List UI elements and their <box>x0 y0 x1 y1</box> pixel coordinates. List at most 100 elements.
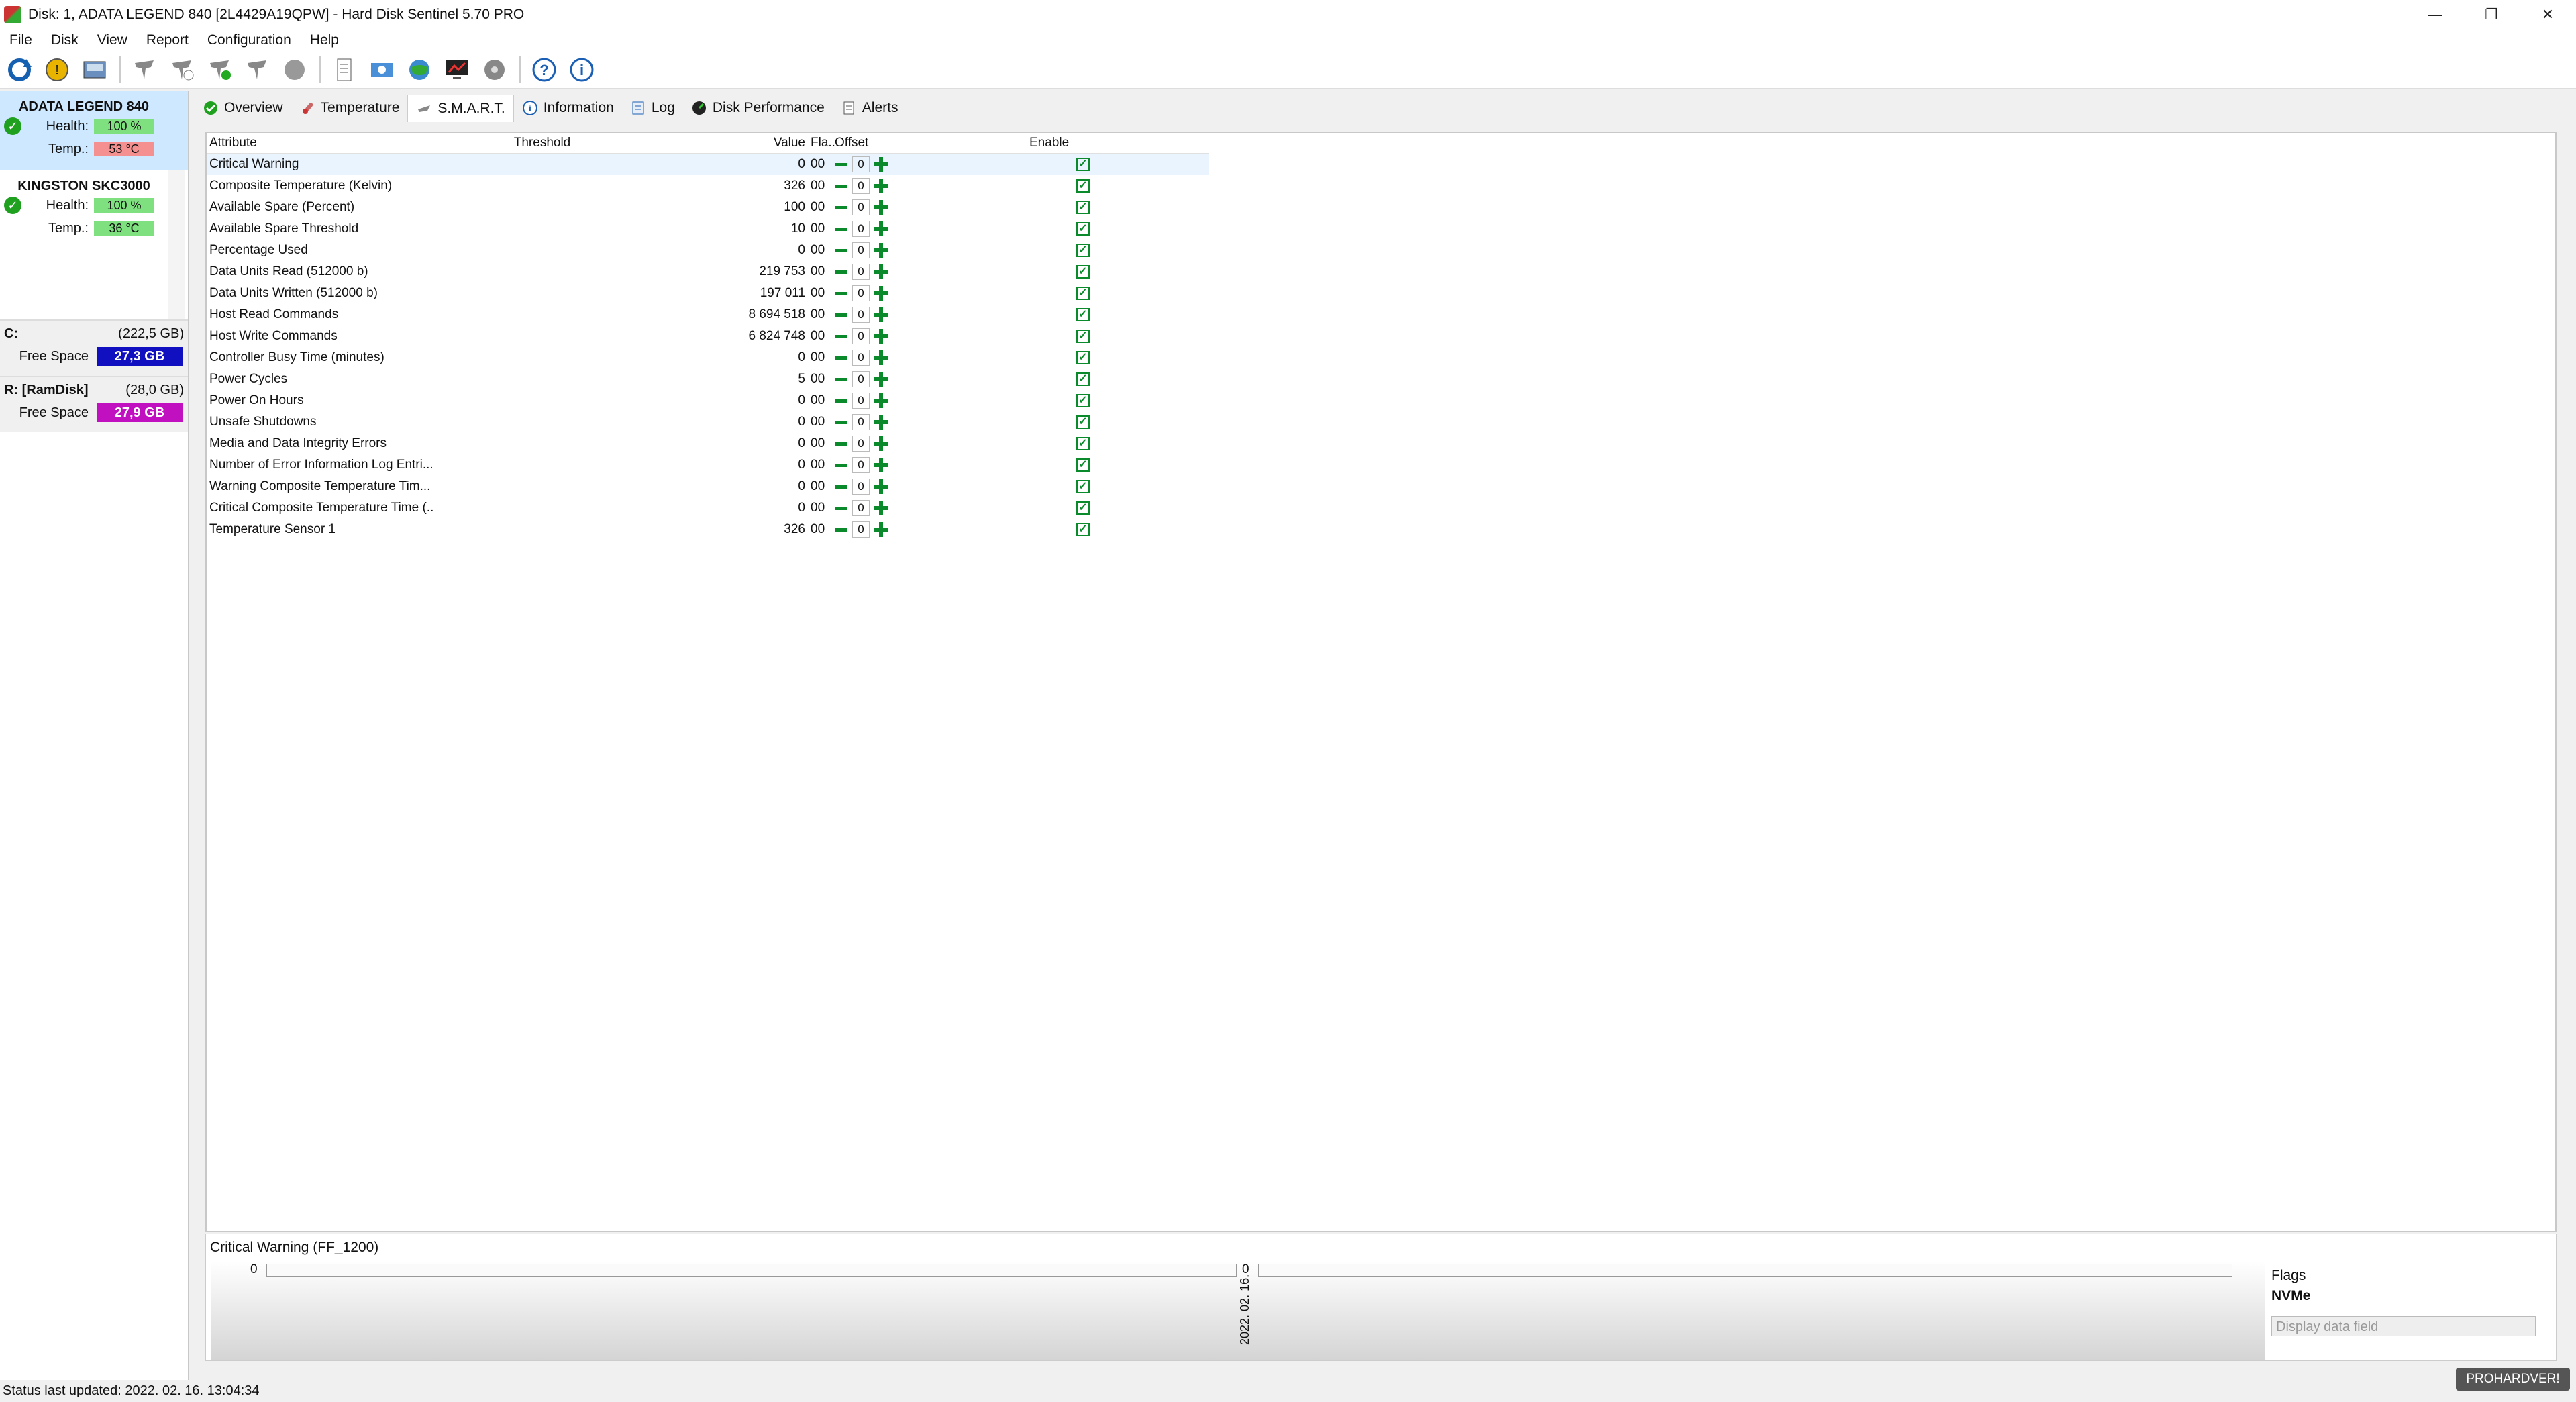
display-data-field-select[interactable]: Display data field <box>2271 1316 2536 1336</box>
table-row[interactable]: Media and Data Integrity Errors 0 00 0 ✓ <box>207 433 1209 454</box>
tab-temperature[interactable]: Temperature <box>291 95 408 121</box>
minus-icon[interactable] <box>835 330 848 343</box>
sentinel-off-icon[interactable] <box>242 54 272 85</box>
disk-tools-icon[interactable] <box>479 54 510 85</box>
table-row[interactable]: Data Units Read (512000 b) 219 753 00 0 ✓ <box>207 261 1209 283</box>
enable-checkbox[interactable]: ✓ <box>1076 158 1090 171</box>
disk-item-adata[interactable]: ADATA LEGEND 840 ✓ Health: 100 % Temp.: … <box>0 91 188 170</box>
enable-checkbox[interactable]: ✓ <box>1076 458 1090 472</box>
offset-value[interactable]: 0 <box>852 328 870 344</box>
blob-icon[interactable] <box>279 54 310 85</box>
plus-icon[interactable] <box>874 307 888 322</box>
enable-checkbox[interactable]: ✓ <box>1076 222 1090 236</box>
offset-value[interactable]: 0 <box>852 285 870 301</box>
enable-checkbox[interactable]: ✓ <box>1076 437 1090 450</box>
enable-checkbox[interactable]: ✓ <box>1076 179 1090 193</box>
plus-icon[interactable] <box>874 157 888 172</box>
plus-icon[interactable] <box>874 221 888 236</box>
report-icon[interactable] <box>329 54 360 85</box>
plus-icon[interactable] <box>874 264 888 279</box>
plus-icon[interactable] <box>874 501 888 515</box>
minus-icon[interactable] <box>835 265 848 279</box>
col-enable[interactable]: Enable <box>1029 136 1137 150</box>
plus-icon[interactable] <box>874 286 888 301</box>
menu-view[interactable]: View <box>88 32 137 48</box>
plus-icon[interactable] <box>874 393 888 408</box>
offset-value[interactable]: 0 <box>852 242 870 258</box>
table-row[interactable]: Available Spare Threshold 10 00 0 ✓ <box>207 218 1209 240</box>
table-row[interactable]: Available Spare (Percent) 100 00 0 ✓ <box>207 197 1209 218</box>
offset-value[interactable]: 0 <box>852 264 870 280</box>
table-row[interactable]: Warning Composite Temperature Tim... 0 00 0… <box>207 476 1209 497</box>
minus-icon[interactable] <box>835 501 848 515</box>
minus-icon[interactable] <box>835 222 848 236</box>
sentinel-icon[interactable] <box>129 54 160 85</box>
refresh-icon[interactable] <box>4 54 35 85</box>
offset-value[interactable]: 0 <box>852 371 870 387</box>
minus-icon[interactable] <box>835 244 848 257</box>
col-flags[interactable]: Fla... <box>811 136 839 150</box>
attribute-tab[interactable]: Critical Warning (FF_1200) <box>210 1240 378 1256</box>
table-row[interactable]: Host Read Commands 8 694 518 00 0 ✓ <box>207 304 1209 326</box>
col-threshold[interactable]: Threshold <box>435 136 650 150</box>
menu-report[interactable]: Report <box>137 32 198 48</box>
tab-information[interactable]: i Information <box>514 95 622 121</box>
plus-icon[interactable] <box>874 415 888 430</box>
offset-value[interactable]: 0 <box>852 156 870 172</box>
tab-overview[interactable]: Overview <box>195 95 291 121</box>
offset-value[interactable]: 0 <box>852 221 870 237</box>
plus-icon[interactable] <box>874 243 888 258</box>
enable-checkbox[interactable]: ✓ <box>1076 480 1090 493</box>
disk-item-kingston[interactable]: KINGSTON SKC3000 ✓ Health: 100 % Temp.: … <box>0 170 188 250</box>
plus-icon[interactable] <box>874 522 888 537</box>
minus-icon[interactable] <box>835 415 848 429</box>
monitor-icon[interactable] <box>442 54 472 85</box>
offset-value[interactable]: 0 <box>852 307 870 323</box>
alert-icon[interactable]: ! <box>42 54 72 85</box>
enable-checkbox[interactable]: ✓ <box>1076 308 1090 321</box>
enable-checkbox[interactable]: ✓ <box>1076 415 1090 429</box>
menu-configuration[interactable]: Configuration <box>198 32 301 48</box>
enable-checkbox[interactable]: ✓ <box>1076 372 1090 386</box>
col-offset[interactable]: Offset <box>835 136 1029 150</box>
table-row[interactable]: Temperature Sensor 1 326 00 0 ✓ <box>207 519 1209 540</box>
tab-log[interactable]: Log <box>622 95 683 121</box>
plus-icon[interactable] <box>874 350 888 365</box>
table-row[interactable]: Data Units Written (512000 b) 197 011 00 0 ✓ <box>207 283 1209 304</box>
offset-value[interactable]: 0 <box>852 521 870 538</box>
enable-checkbox[interactable]: ✓ <box>1076 394 1090 407</box>
disk-icon[interactable] <box>79 54 110 85</box>
minimize-icon[interactable]: — <box>2407 0 2463 30</box>
minus-icon[interactable] <box>835 201 848 214</box>
offset-value[interactable]: 0 <box>852 479 870 495</box>
plus-icon[interactable] <box>874 372 888 387</box>
minus-icon[interactable] <box>835 480 848 493</box>
minus-icon[interactable] <box>835 308 848 321</box>
enable-checkbox[interactable]: ✓ <box>1076 201 1090 214</box>
minus-icon[interactable] <box>835 158 848 171</box>
menu-help[interactable]: Help <box>301 32 348 48</box>
table-row[interactable]: Controller Busy Time (minutes) 0 00 0 ✓ <box>207 347 1209 368</box>
table-row[interactable]: Percentage Used 0 00 0 ✓ <box>207 240 1209 261</box>
minus-icon[interactable] <box>835 372 848 386</box>
sentinel-check-icon[interactable] <box>166 54 197 85</box>
table-row[interactable]: Host Write Commands 6 824 748 00 0 ✓ <box>207 326 1209 347</box>
enable-checkbox[interactable]: ✓ <box>1076 287 1090 300</box>
restore-icon[interactable]: ❐ <box>2463 0 2520 30</box>
table-row[interactable]: Composite Temperature (Kelvin) 326 00 0 ✓ <box>207 175 1209 197</box>
table-row[interactable]: Critical Composite Temperature Time (...… <box>207 497 1209 519</box>
plus-icon[interactable] <box>874 479 888 494</box>
table-row[interactable]: Unsafe Shutdowns 0 00 0 ✓ <box>207 411 1209 433</box>
enable-checkbox[interactable]: ✓ <box>1076 330 1090 343</box>
col-attribute[interactable]: Attribute <box>207 136 435 150</box>
offset-value[interactable]: 0 <box>852 436 870 452</box>
tab-smart[interactable]: S.M.A.R.T. <box>407 94 514 122</box>
volume-ramdisk[interactable]: R: [RamDisk] (28,0 GB) Free Space 27,9 GB <box>0 376 188 432</box>
menu-file[interactable]: File <box>0 32 42 48</box>
info-icon[interactable]: i <box>566 54 597 85</box>
plus-icon[interactable] <box>874 436 888 451</box>
volume-c[interactable]: C: (222,5 GB) Free Space 27,3 GB <box>0 319 188 376</box>
minus-icon[interactable] <box>835 437 848 450</box>
table-row[interactable]: Power On Hours 0 00 0 ✓ <box>207 390 1209 411</box>
sentinel-ok-icon[interactable] <box>204 54 235 85</box>
